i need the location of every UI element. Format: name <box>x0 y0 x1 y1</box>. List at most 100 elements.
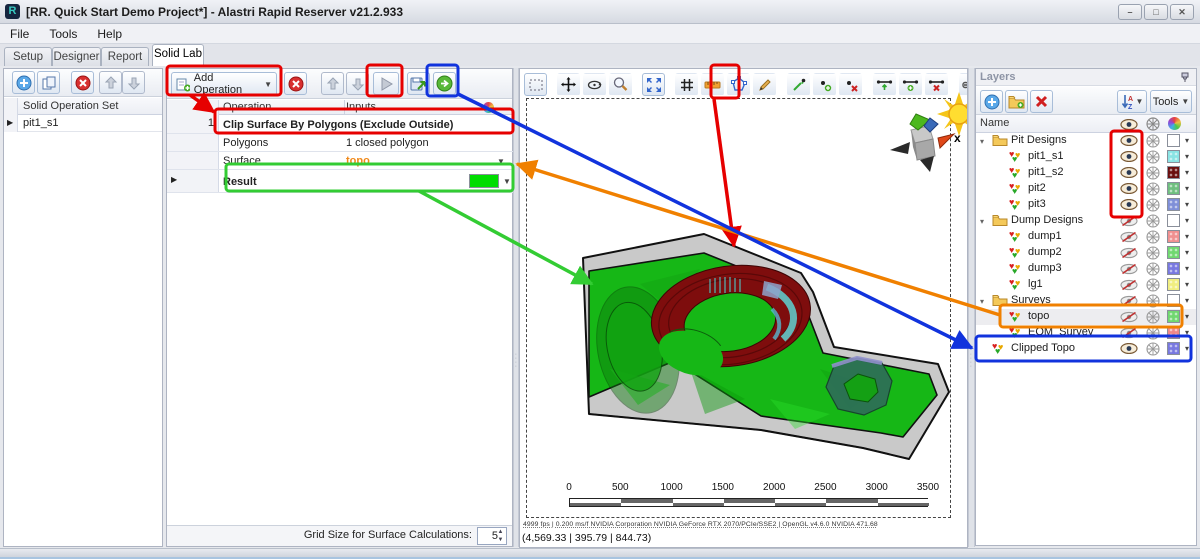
wireframe-toggle-icon[interactable] <box>1146 310 1160 324</box>
chevron-down-icon[interactable]: ▾ <box>1185 280 1189 289</box>
surface-input-row[interactable]: Surface topo ▼ <box>167 152 512 170</box>
delete-operation-button[interactable] <box>284 72 307 95</box>
wireframe-toggle-icon[interactable] <box>1146 134 1160 148</box>
delete-layer-button[interactable] <box>1030 90 1053 113</box>
delete-set-button[interactable] <box>71 71 94 94</box>
wireframe-toggle-icon[interactable] <box>1146 214 1160 228</box>
wireframe-toggle-icon[interactable] <box>1146 246 1160 260</box>
close-button[interactable]: ✕ <box>1170 4 1194 20</box>
export-result-button[interactable] <box>407 72 430 95</box>
eye-hidden-icon[interactable] <box>1120 311 1138 323</box>
wireframe-toggle-icon[interactable] <box>1146 182 1160 196</box>
expander-icon[interactable]: ▾ <box>980 217 984 226</box>
eye-hidden-icon[interactable] <box>1120 279 1138 291</box>
chevron-down-icon[interactable]: ▾ <box>1185 248 1189 257</box>
eye-hidden-icon[interactable] <box>1120 263 1138 275</box>
result-row[interactable]: ▶ Result ▼ <box>167 170 512 193</box>
eye-hidden-icon[interactable] <box>1120 231 1138 243</box>
layer-row-topo[interactable]: ♥♥♥topo▾ <box>976 309 1196 325</box>
move-set-up-button[interactable] <box>99 71 122 94</box>
pin-icon[interactable] <box>1180 72 1190 83</box>
eye-hidden-icon[interactable] <box>1120 247 1138 259</box>
layer-row-pit-designs[interactable]: ▾Pit Designs▾ <box>976 133 1196 149</box>
eye-open-icon[interactable] <box>1120 151 1138 162</box>
wireframe-toggle-icon[interactable] <box>1146 278 1160 292</box>
eye-hidden-icon[interactable] <box>1120 215 1138 227</box>
chevron-down-icon[interactable]: ▾ <box>1185 136 1189 145</box>
layer-row-dump2[interactable]: ♥♥♥dump2▾ <box>976 245 1196 261</box>
eye-open-icon[interactable] <box>1120 199 1138 210</box>
eye-open-icon[interactable] <box>1120 167 1138 178</box>
layers-tools-button[interactable]: Tools ▼ <box>1150 90 1192 113</box>
spinner-arrows-icon[interactable]: ▲▼ <box>496 528 505 544</box>
layer-color-swatch[interactable] <box>1167 134 1180 147</box>
chevron-down-icon[interactable]: ▼ <box>503 177 511 186</box>
chevron-down-icon[interactable]: ▾ <box>1185 328 1189 337</box>
layer-row-dump-designs[interactable]: ▾Dump Designs▾ <box>976 213 1196 229</box>
layer-row-lg1[interactable]: ♥♥♥lg1▾ <box>976 277 1196 293</box>
eye-open-icon[interactable] <box>1120 343 1138 354</box>
chevron-down-icon[interactable]: ▾ <box>1185 264 1189 273</box>
add-layer-button[interactable] <box>980 90 1003 113</box>
layer-color-swatch[interactable] <box>1167 182 1180 195</box>
menu-help[interactable]: Help <box>87 25 132 43</box>
wireframe-toggle-icon[interactable] <box>1146 150 1160 164</box>
chevron-down-icon[interactable]: ▾ <box>1185 200 1189 209</box>
grid-size-spinner[interactable]: 5 ▲▼ <box>477 527 507 545</box>
chevron-down-icon[interactable]: ▾ <box>1185 216 1189 225</box>
chevron-down-icon[interactable]: ▾ <box>1185 152 1189 161</box>
tab-designer[interactable]: Designer <box>52 47 101 66</box>
layer-color-swatch[interactable] <box>1167 246 1180 259</box>
result-color-swatch[interactable] <box>469 174 499 188</box>
maximize-button[interactable]: □ <box>1144 4 1168 20</box>
add-folder-button[interactable] <box>1005 90 1028 113</box>
layer-color-swatch[interactable] <box>1167 230 1180 243</box>
run-operations-button[interactable] <box>373 72 399 95</box>
chevron-down-icon[interactable]: ▾ <box>1185 232 1189 241</box>
layer-row-pit1-s1[interactable]: ♥♥♥pit1_s1▾ <box>976 149 1196 165</box>
wireframe-toggle-icon[interactable] <box>1146 294 1160 308</box>
add-set-button[interactable] <box>12 71 35 94</box>
operation-row[interactable]: 1 Clip Surface By Polygons (Exclude Outs… <box>167 115 512 134</box>
menu-tools[interactable]: Tools <box>39 25 87 43</box>
wireframe-toggle-icon[interactable] <box>1146 326 1160 340</box>
wireframe-toggle-icon[interactable] <box>1146 198 1160 212</box>
chevron-down-icon[interactable]: ▾ <box>1185 312 1189 321</box>
layer-color-swatch[interactable] <box>1167 198 1180 211</box>
tab-report[interactable]: Report <box>101 47 149 66</box>
polygons-input-row[interactable]: Polygons 1 closed polygon <box>167 134 512 152</box>
layer-color-swatch[interactable] <box>1167 262 1180 275</box>
chevron-down-icon[interactable]: ▼ <box>497 157 505 166</box>
wireframe-toggle-icon[interactable] <box>1146 262 1160 276</box>
axis-gizmo[interactable]: x <box>886 104 961 174</box>
move-operation-down-button[interactable] <box>346 72 369 95</box>
eye-open-icon[interactable] <box>1120 135 1138 146</box>
layer-color-swatch[interactable] <box>1167 310 1180 323</box>
commit-to-layers-button[interactable] <box>433 72 456 95</box>
expander-icon[interactable]: ▾ <box>980 137 984 146</box>
layer-row-dump3[interactable]: ♥♥♥dump3▾ <box>976 261 1196 277</box>
move-set-down-button[interactable] <box>122 71 145 94</box>
chevron-down-icon[interactable]: ▾ <box>1185 344 1189 353</box>
layer-color-swatch[interactable] <box>1167 326 1180 339</box>
chevron-down-icon[interactable]: ▾ <box>1185 184 1189 193</box>
layer-row-eom-survey[interactable]: ♥♥♥EOM_Survey▾ <box>976 325 1196 341</box>
layer-color-swatch[interactable] <box>1167 214 1180 227</box>
layer-row-dump1[interactable]: ♥♥♥dump1▾ <box>976 229 1196 245</box>
wireframe-toggle-icon[interactable] <box>1146 342 1160 356</box>
expander-icon[interactable]: ▾ <box>980 297 984 306</box>
tab-solid-lab[interactable]: Solid Lab <box>152 44 204 66</box>
layer-row-clipped-topo[interactable]: ♥♥♥Clipped Topo▾ <box>976 341 1196 357</box>
sort-layers-button[interactable]: AZ ▼ <box>1117 90 1147 113</box>
eye-open-icon[interactable] <box>1120 183 1138 194</box>
layer-row-surveys[interactable]: ▾Surveys▾ <box>976 293 1196 309</box>
layer-color-swatch[interactable] <box>1167 278 1180 291</box>
move-operation-up-button[interactable] <box>321 72 344 95</box>
tab-setup[interactable]: Setup <box>4 47 52 66</box>
layer-row-pit3[interactable]: ♥♥♥pit3▾ <box>976 197 1196 213</box>
chevron-down-icon[interactable]: ▾ <box>1185 168 1189 177</box>
duplicate-set-button[interactable] <box>37 71 60 94</box>
solid-set-row[interactable]: ▶ pit1_s1 <box>4 115 162 132</box>
layer-color-swatch[interactable] <box>1167 294 1180 307</box>
layer-color-swatch[interactable] <box>1167 166 1180 179</box>
